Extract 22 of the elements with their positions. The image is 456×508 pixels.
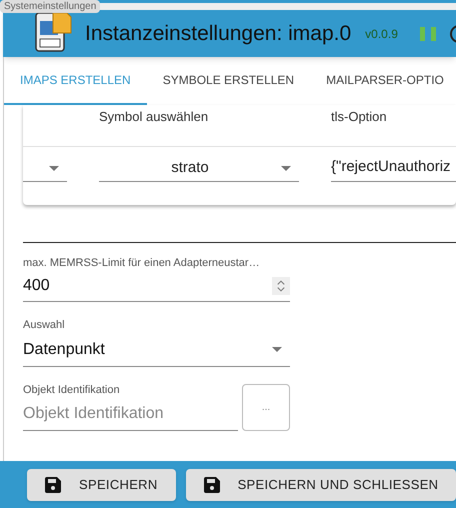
- dropdown[interactable]: Datenpunkt: [23, 333, 290, 367]
- text-field[interactable]: {"rejectUnauthoriz: [331, 156, 456, 182]
- field-label: Objekt Identifikation: [23, 383, 121, 398]
- browse-button[interactable]: ...: [242, 384, 290, 430]
- tab[interactable]: SYMBOLE ERSTELLEN: [146, 57, 310, 105]
- spinner-icon[interactable]: [272, 277, 290, 295]
- column-header: tls-Option: [331, 108, 387, 126]
- tooltip: Systemeinstellungen: [0, 0, 100, 13]
- tab[interactable]: MAILPARSER-OPTIO: [310, 57, 456, 105]
- column-header: Symbol auswählen: [99, 108, 210, 126]
- version-label: v0.0.9: [365, 26, 398, 42]
- caret-icon: [49, 166, 59, 171]
- window-title: Instanzeinstellungen: imap.0: [85, 20, 352, 47]
- caret-icon: [281, 166, 291, 171]
- dropdown[interactable]: strato: [99, 156, 299, 182]
- number-field[interactable]: 400: [23, 272, 290, 302]
- save-button[interactable]: SPEICHERN UND SCHLIESSEN: [186, 468, 456, 500]
- save-button[interactable]: SPEICHERN: [27, 468, 176, 500]
- field-label: max. MEMRSS-Limit für einen Adapterneustar…: [23, 256, 261, 271]
- caret-icon: [272, 347, 282, 352]
- field-label: Auswahl: [23, 318, 66, 332]
- text-input[interactable]: Objekt Identifikation: [23, 398, 238, 430]
